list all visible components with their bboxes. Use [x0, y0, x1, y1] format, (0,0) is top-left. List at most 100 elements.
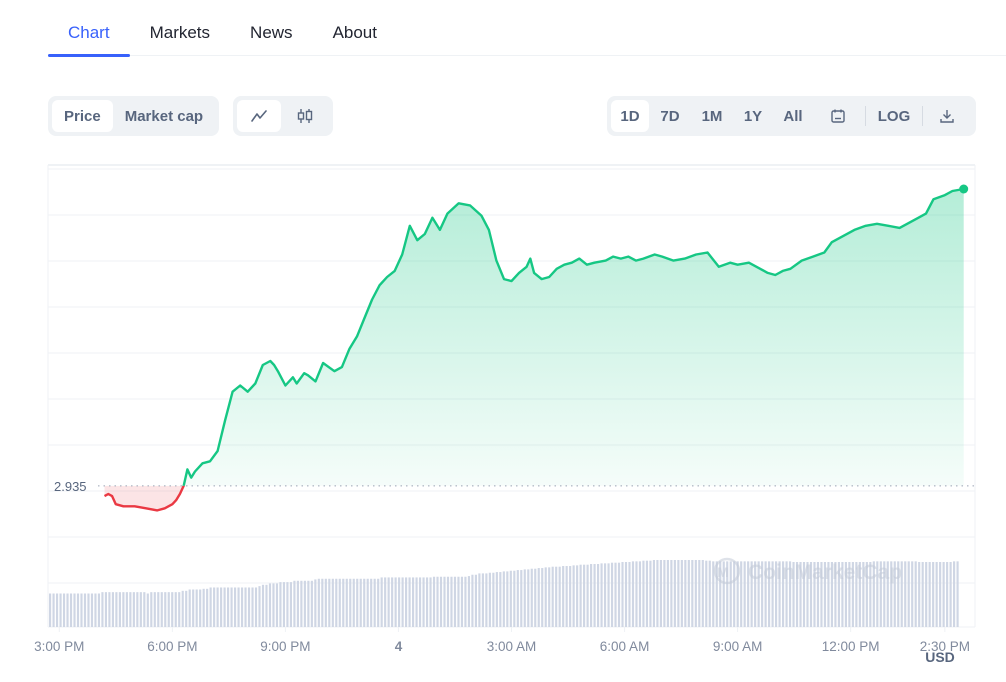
volume-bar	[429, 577, 432, 627]
watermark-text: CoinMarketCap	[748, 561, 902, 584]
volume-bar	[129, 592, 132, 627]
volume-bar	[55, 593, 59, 627]
volume-bar	[412, 577, 415, 627]
volume-bar	[104, 592, 108, 627]
volume-bar	[108, 592, 111, 627]
volume-bar	[656, 560, 659, 627]
volume-bar	[432, 576, 436, 627]
volume-bar	[425, 577, 429, 627]
volume-bar	[87, 593, 90, 627]
volume-bar	[115, 592, 118, 627]
volume-bar	[230, 587, 233, 627]
volume-bar	[139, 592, 142, 627]
volume-bar	[474, 574, 477, 627]
currency-label: USD	[925, 649, 955, 665]
volume-bar	[904, 561, 907, 627]
volume-bar	[405, 577, 408, 627]
volume-bar	[247, 587, 251, 627]
x-tick-label: 3:00 AM	[487, 639, 537, 654]
volume-bar	[610, 562, 614, 627]
volume-bar	[663, 560, 666, 627]
volume-bar	[740, 561, 743, 627]
volume-bar	[296, 580, 299, 627]
volume-bar	[349, 578, 352, 627]
volume-bar	[195, 589, 198, 627]
volume-bar	[631, 561, 635, 627]
volume-bar	[289, 582, 292, 627]
volume-bar	[178, 592, 181, 627]
volume-bar	[942, 562, 945, 627]
volume-bar	[373, 578, 376, 627]
x-tick-label: 6:00 PM	[147, 639, 197, 654]
volume-bar	[548, 567, 551, 627]
volume-bar	[356, 578, 359, 627]
volume-bar	[418, 577, 422, 627]
volume-bar	[743, 561, 746, 627]
volume-bar	[506, 571, 509, 627]
price-area-up	[104, 189, 964, 486]
volume-bar	[733, 561, 736, 627]
volume-bar	[97, 593, 101, 627]
volume-bar	[670, 560, 673, 627]
volume-bar	[202, 588, 205, 627]
volume-bar	[233, 587, 237, 627]
volume-bar	[478, 573, 481, 627]
volume-bar	[370, 578, 373, 627]
volume-bar	[586, 564, 589, 627]
volume-bar	[300, 580, 303, 627]
volume-bar	[932, 562, 935, 627]
volume-bar	[401, 577, 404, 627]
reference-price-label: 2.935	[54, 479, 87, 494]
volume-bar	[73, 593, 76, 627]
volume-bar	[569, 566, 572, 627]
volume-bar	[76, 593, 80, 627]
volume-bar	[956, 561, 959, 627]
volume-bar	[199, 589, 202, 627]
volume-bar	[914, 561, 917, 627]
volume-bar	[680, 560, 683, 627]
volume-bar	[925, 562, 928, 627]
volume-bar	[328, 578, 331, 627]
volume-bar	[499, 572, 502, 627]
volume-bar	[953, 561, 956, 627]
volume-bar	[562, 566, 565, 627]
volume-bar	[279, 582, 282, 627]
volume-bar	[94, 593, 97, 627]
volume-bar	[527, 569, 530, 627]
volume-bar	[436, 576, 439, 627]
volume-bar	[555, 566, 558, 627]
volume-bar	[488, 572, 491, 627]
volume-bar	[387, 577, 390, 627]
volume-bar	[394, 577, 397, 627]
volume-bar	[649, 560, 652, 627]
volume-bar	[49, 593, 52, 627]
volume-bar	[185, 590, 188, 627]
volume-bar	[307, 580, 310, 627]
volume-bar	[558, 566, 561, 627]
watermark: M CoinMarketCap	[713, 557, 902, 585]
volume-bar	[206, 588, 209, 627]
volume-bar	[136, 592, 139, 627]
volume-bar	[261, 584, 265, 627]
svg-text:M: M	[717, 564, 729, 580]
volume-bar	[69, 593, 73, 627]
volume-bar	[391, 577, 394, 627]
volume-bar	[80, 593, 83, 627]
volume-bar	[600, 563, 603, 627]
volume-bar	[62, 593, 66, 627]
volume-bar	[303, 580, 306, 627]
volume-bar	[443, 576, 446, 627]
volume-bar	[523, 569, 526, 627]
volume-bar	[624, 562, 628, 627]
volume-bar	[331, 578, 334, 627]
volume-bar	[111, 592, 114, 627]
volume-bar	[160, 592, 163, 627]
volume-bar	[935, 562, 938, 627]
x-axis: 3:00 PM 6:00 PM 9:00 PM 4 3:00 AM 6:00 AM 9:00…	[34, 627, 970, 665]
volume-bar	[921, 562, 924, 627]
price-chart[interactable]: M CoinMarketCap 2.935 3:00 PM 6:00 PM 9:00…	[0, 0, 1006, 682]
volume-bar	[572, 565, 575, 627]
volume-bar	[157, 592, 160, 627]
volume-bar	[534, 568, 537, 627]
volume-bar	[453, 576, 457, 627]
